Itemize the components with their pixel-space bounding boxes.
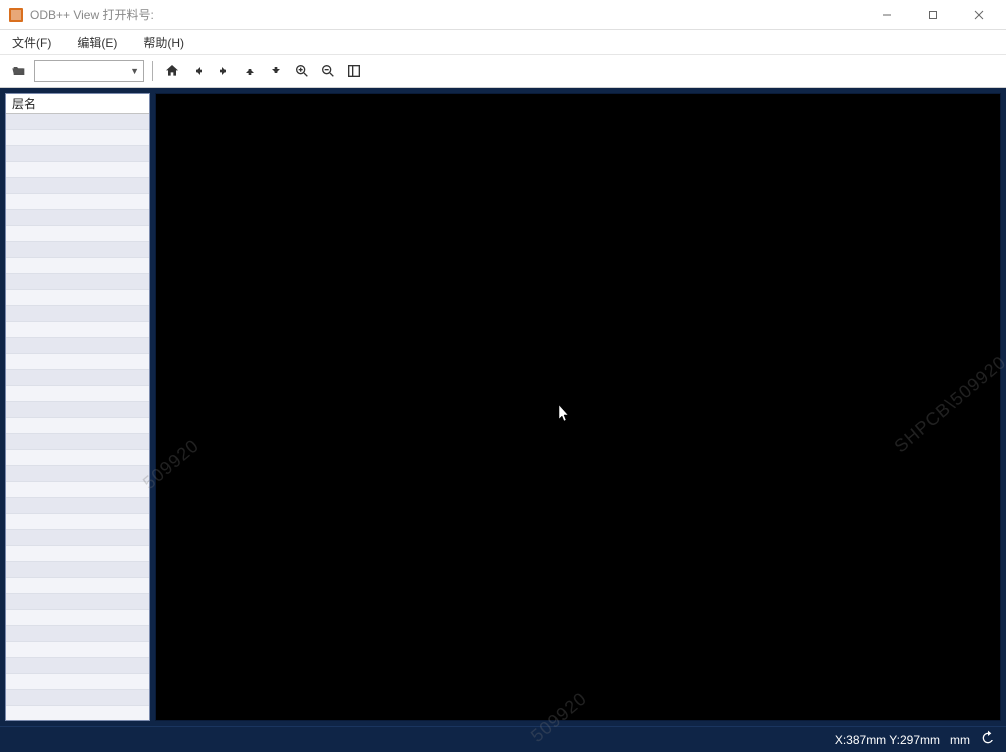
viewport[interactable]: 509920 SHPCB\509920 509920 (155, 93, 1001, 721)
layer-row[interactable] (6, 338, 149, 354)
refresh-icon[interactable] (980, 730, 996, 749)
layers-panel: 层名 (5, 93, 150, 721)
maximize-button[interactable] (910, 0, 956, 30)
layer-row[interactable] (6, 290, 149, 306)
minimize-button[interactable] (864, 0, 910, 30)
layer-row[interactable] (6, 466, 149, 482)
watermark: SHPCB\509920 (890, 352, 1006, 457)
layers-list[interactable] (6, 114, 149, 720)
layer-row[interactable] (6, 402, 149, 418)
arrow-left-icon[interactable] (187, 60, 209, 82)
layer-row[interactable] (6, 706, 149, 720)
layer-row[interactable] (6, 450, 149, 466)
layer-row[interactable] (6, 146, 149, 162)
layer-row[interactable] (6, 162, 149, 178)
folder-open-icon[interactable] (8, 60, 30, 82)
layer-row[interactable] (6, 514, 149, 530)
layer-row[interactable] (6, 434, 149, 450)
layer-row[interactable] (6, 578, 149, 594)
layer-row[interactable] (6, 386, 149, 402)
layer-row[interactable] (6, 354, 149, 370)
close-button[interactable] (956, 0, 1002, 30)
layer-row[interactable] (6, 626, 149, 642)
layer-row[interactable] (6, 418, 149, 434)
list-panel-icon[interactable] (343, 60, 365, 82)
layer-row[interactable] (6, 130, 149, 146)
menu-help[interactable]: 帮助(H) (139, 32, 188, 53)
layer-row[interactable] (6, 690, 149, 706)
chevron-down-icon: ▼ (130, 66, 139, 76)
layer-row[interactable] (6, 242, 149, 258)
layer-row[interactable] (6, 498, 149, 514)
statusbar: X:387mm Y:297mm mm (0, 726, 1006, 752)
menubar: 文件(F) 编辑(E) 帮助(H) (0, 30, 1006, 54)
layer-row[interactable] (6, 194, 149, 210)
layer-row[interactable] (6, 210, 149, 226)
layer-row[interactable] (6, 226, 149, 242)
layer-row[interactable] (6, 610, 149, 626)
layer-row[interactable] (6, 546, 149, 562)
menu-edit[interactable]: 编辑(E) (73, 32, 121, 53)
layers-header: 层名 (6, 94, 149, 114)
layer-row[interactable] (6, 258, 149, 274)
layer-row[interactable] (6, 178, 149, 194)
status-coords: X:387mm Y:297mm (835, 733, 940, 747)
window-title: ODB++ View 打开料号: (30, 6, 154, 23)
layer-row[interactable] (6, 370, 149, 386)
titlebar: ODB++ View 打开料号: (0, 0, 1006, 30)
zoom-in-icon[interactable] (291, 60, 313, 82)
menu-file[interactable]: 文件(F) (8, 32, 55, 53)
layer-row[interactable] (6, 642, 149, 658)
zoom-out-icon[interactable] (317, 60, 339, 82)
status-unit[interactable]: mm (950, 733, 970, 747)
content-area: 层名 509920 SHPCB\509920 509920 (0, 88, 1006, 726)
layer-row[interactable] (6, 674, 149, 690)
layer-row[interactable] (6, 530, 149, 546)
separator (152, 61, 153, 81)
layer-row[interactable] (6, 306, 149, 322)
cursor-icon (556, 404, 572, 427)
arrow-down-icon[interactable] (265, 60, 287, 82)
toolbar: ▼ (0, 54, 1006, 88)
layer-row[interactable] (6, 274, 149, 290)
layer-row[interactable] (6, 482, 149, 498)
arrow-up-icon[interactable] (239, 60, 261, 82)
layer-row[interactable] (6, 658, 149, 674)
arrow-right-icon[interactable] (213, 60, 235, 82)
layer-row[interactable] (6, 562, 149, 578)
home-icon[interactable] (161, 60, 183, 82)
layer-row[interactable] (6, 594, 149, 610)
layer-row[interactable] (6, 114, 149, 130)
path-combo[interactable]: ▼ (34, 60, 144, 82)
app-icon (8, 7, 24, 23)
layer-row[interactable] (6, 322, 149, 338)
